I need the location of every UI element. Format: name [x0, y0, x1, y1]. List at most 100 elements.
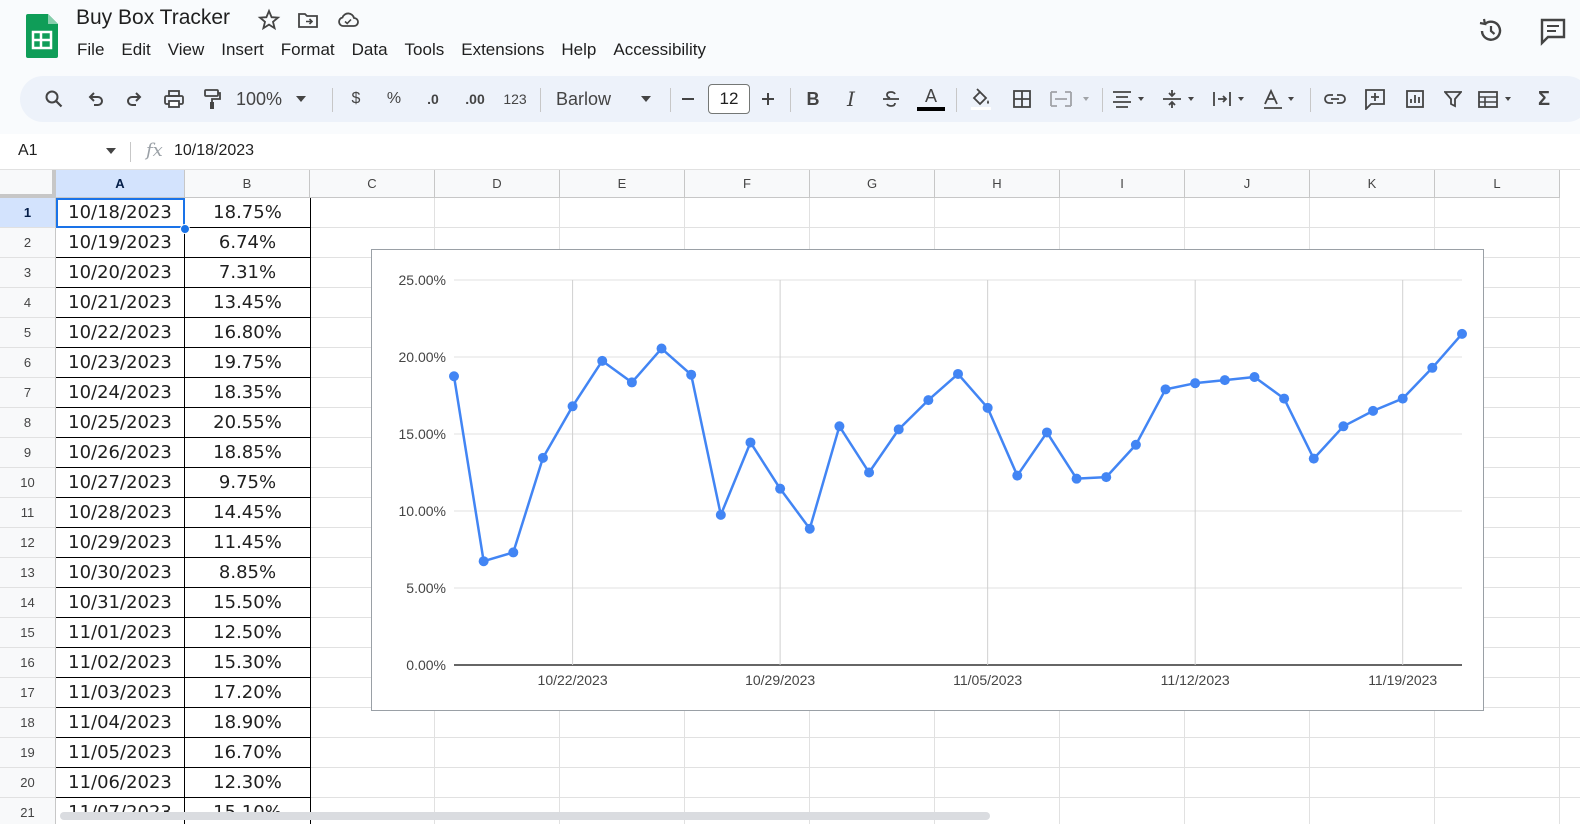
cell-b2[interactable]: 6.74%	[185, 228, 311, 258]
menu-edit[interactable]: Edit	[114, 38, 157, 64]
cell-a21[interactable]: 11/07/2023	[56, 798, 185, 824]
column-header-g[interactable]: G	[810, 170, 935, 198]
row-header-4[interactable]: 4	[0, 288, 56, 318]
row-header-3[interactable]: 3	[0, 258, 56, 288]
decrease-font-size-icon[interactable]	[676, 76, 700, 122]
row-header-14[interactable]: 14	[0, 588, 56, 618]
cell-a6[interactable]: 10/23/2023	[56, 348, 185, 378]
row-header-16[interactable]: 16	[0, 648, 56, 678]
row-header-1[interactable]: 1	[0, 198, 56, 228]
menu-extensions[interactable]: Extensions	[454, 38, 551, 64]
cell-a17[interactable]: 11/03/2023	[56, 678, 185, 708]
row-header-6[interactable]: 6	[0, 348, 56, 378]
insert-comment-icon[interactable]	[1360, 76, 1390, 122]
menu-help[interactable]: Help	[554, 38, 603, 64]
menu-accessibility[interactable]: Accessibility	[606, 38, 713, 64]
row-header-19[interactable]: 19	[0, 738, 56, 768]
strikethrough-icon[interactable]	[878, 76, 904, 122]
decrease-decimal-button[interactable]: .0	[418, 76, 448, 122]
functions-button[interactable]: Σ	[1530, 76, 1558, 122]
cell-a16[interactable]: 11/02/2023	[56, 648, 185, 678]
row-header-8[interactable]: 8	[0, 408, 56, 438]
cell-b20[interactable]: 12.30%	[185, 768, 311, 798]
cell-b9[interactable]: 18.85%	[185, 438, 311, 468]
cell-b16[interactable]: 15.30%	[185, 648, 311, 678]
cell-a19[interactable]: 11/05/2023	[56, 738, 185, 768]
search-menus-icon[interactable]	[40, 76, 68, 122]
cell-a2[interactable]: 10/19/2023	[56, 228, 185, 258]
cell-a9[interactable]: 10/26/2023	[56, 438, 185, 468]
menu-tools[interactable]: Tools	[398, 38, 452, 64]
column-header-c[interactable]: C	[310, 170, 435, 198]
row-header-17[interactable]: 17	[0, 678, 56, 708]
row-header-7[interactable]: 7	[0, 378, 56, 408]
bold-button[interactable]: B	[800, 76, 826, 122]
increase-decimal-button[interactable]: .00	[458, 76, 492, 122]
row-header-2[interactable]: 2	[0, 228, 56, 258]
cell-a3[interactable]: 10/20/2023	[56, 258, 185, 288]
line-chart[interactable]: 0.00% 5.00% 10.00% 15.00% 20.00% 25.00% 10/22/…	[371, 249, 1484, 711]
cell-b10[interactable]: 9.75%	[185, 468, 311, 498]
percent-format-button[interactable]: %	[380, 76, 408, 122]
horizontal-align-icon[interactable]	[1110, 76, 1150, 122]
column-header-e[interactable]: E	[560, 170, 685, 198]
cell-b19[interactable]: 16.70%	[185, 738, 311, 768]
column-header-h[interactable]: H	[935, 170, 1060, 198]
currency-format-button[interactable]: $	[342, 76, 370, 122]
increase-font-size-icon[interactable]	[756, 76, 780, 122]
version-history-icon[interactable]	[1476, 16, 1506, 46]
cell-a5[interactable]: 10/22/2023	[56, 318, 185, 348]
menu-view[interactable]: View	[161, 38, 212, 64]
column-header-d[interactable]: D	[435, 170, 560, 198]
row-header-13[interactable]: 13	[0, 558, 56, 588]
italic-button[interactable]: I	[838, 76, 864, 122]
column-header-j[interactable]: J	[1185, 170, 1310, 198]
menu-format[interactable]: Format	[274, 38, 342, 64]
redo-icon[interactable]	[120, 76, 148, 122]
font-size-input[interactable]: 12	[708, 84, 750, 114]
row-header-18[interactable]: 18	[0, 708, 56, 738]
undo-icon[interactable]	[82, 76, 110, 122]
sheets-logo-icon[interactable]	[26, 14, 58, 58]
cloud-saved-icon[interactable]	[336, 8, 360, 32]
cell-b12[interactable]: 11.45%	[185, 528, 311, 558]
row-header-10[interactable]: 10	[0, 468, 56, 498]
filter-icon[interactable]	[1440, 76, 1466, 122]
cell-b18[interactable]: 18.90%	[185, 708, 311, 738]
document-title[interactable]: Buy Box Tracker	[76, 6, 230, 30]
star-icon[interactable]	[257, 8, 281, 32]
cell-a15[interactable]: 11/01/2023	[56, 618, 185, 648]
column-header-f[interactable]: F	[685, 170, 810, 198]
row-header-9[interactable]: 9	[0, 438, 56, 468]
cell-b8[interactable]: 20.55%	[185, 408, 311, 438]
cell-b6[interactable]: 19.75%	[185, 348, 311, 378]
row-header-12[interactable]: 12	[0, 528, 56, 558]
font-family-select[interactable]: Barlow	[556, 76, 656, 122]
cell-b14[interactable]: 15.50%	[185, 588, 311, 618]
borders-icon[interactable]	[1008, 76, 1036, 122]
name-box[interactable]: A1	[18, 142, 38, 160]
cell-a1[interactable]: 10/18/2023	[56, 198, 185, 228]
insert-chart-icon[interactable]	[1400, 76, 1430, 122]
cell-b15[interactable]: 12.50%	[185, 618, 311, 648]
text-color-button[interactable]: A	[916, 76, 946, 122]
cell-a10[interactable]: 10/27/2023	[56, 468, 185, 498]
cell-b17[interactable]: 17.20%	[185, 678, 311, 708]
horizontal-scrollbar[interactable]	[60, 812, 990, 820]
select-all-corner[interactable]	[0, 170, 56, 198]
more-formats-button[interactable]: 123	[498, 76, 532, 122]
column-header-l[interactable]: L	[1435, 170, 1560, 198]
cell-a13[interactable]: 10/30/2023	[56, 558, 185, 588]
cell-b1[interactable]: 18.75%	[185, 198, 311, 228]
column-header-i[interactable]: I	[1060, 170, 1185, 198]
row-header-21[interactable]: 21	[0, 798, 56, 824]
cell-a18[interactable]: 11/04/2023	[56, 708, 185, 738]
cell-a12[interactable]: 10/29/2023	[56, 528, 185, 558]
cell-b7[interactable]: 18.35%	[185, 378, 311, 408]
column-header-b[interactable]: B	[185, 170, 310, 198]
paint-format-icon[interactable]	[198, 76, 226, 122]
row-header-15[interactable]: 15	[0, 618, 56, 648]
zoom-select[interactable]: 100%	[236, 76, 318, 122]
comments-icon[interactable]	[1538, 16, 1568, 46]
cell-b4[interactable]: 13.45%	[185, 288, 311, 318]
